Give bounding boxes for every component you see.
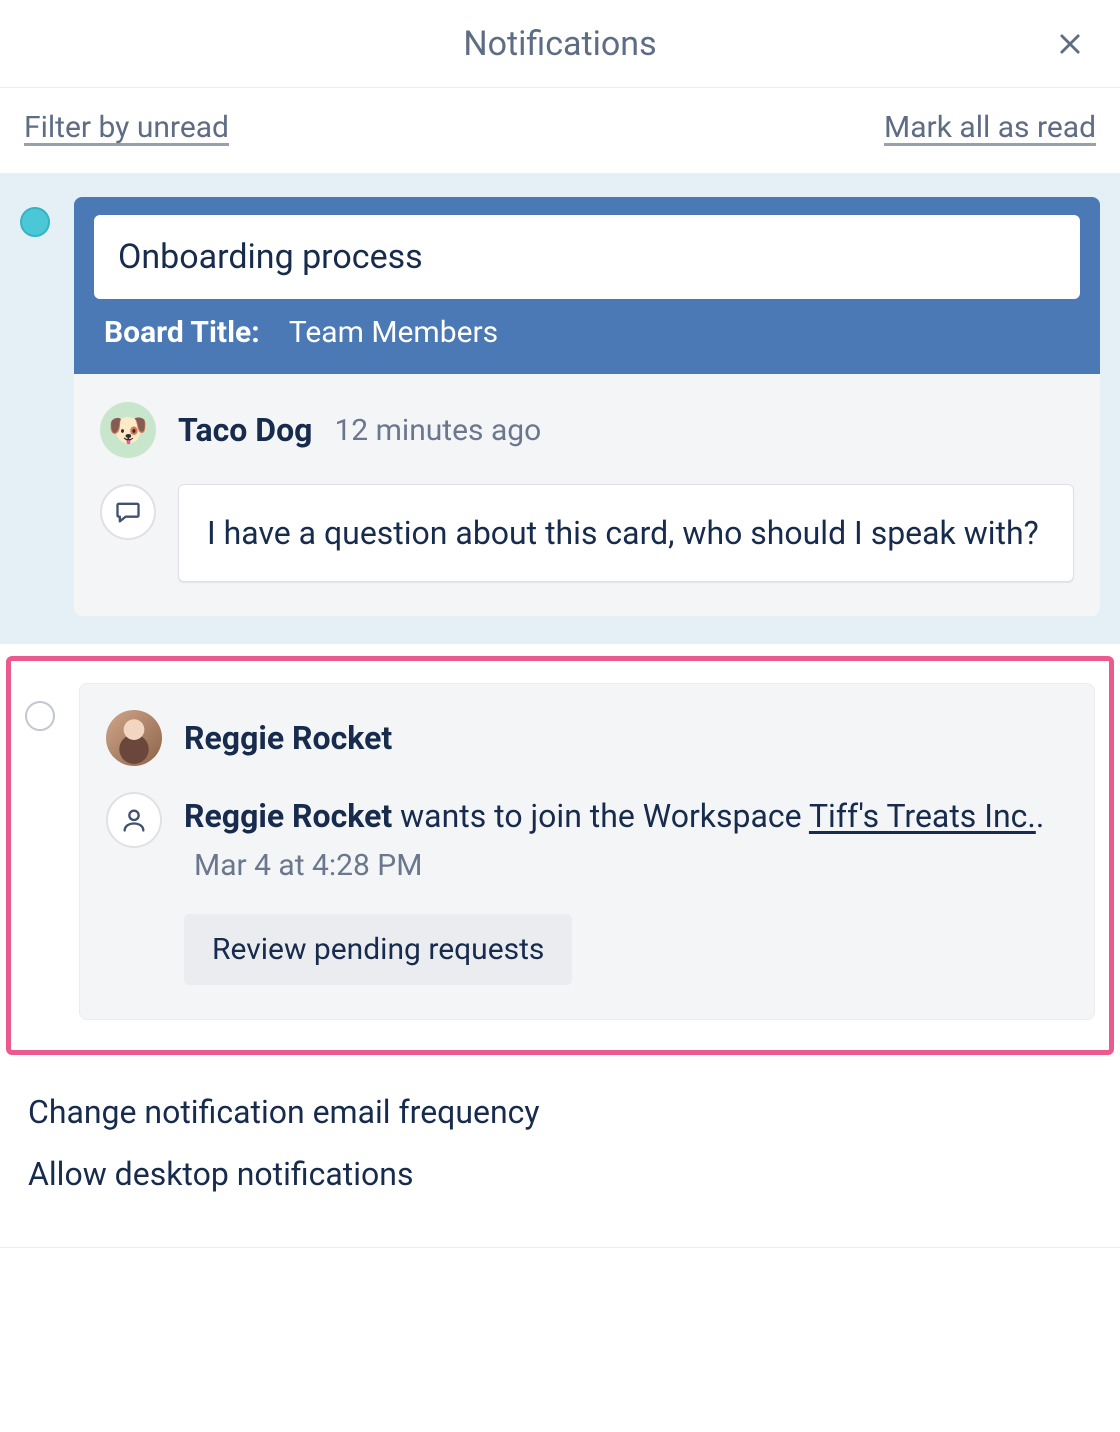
change-email-frequency-link[interactable]: Change notification email frequency xyxy=(28,1081,1092,1143)
read-indicator[interactable] xyxy=(25,701,55,731)
footer-divider xyxy=(0,1247,1120,1248)
review-pending-requests-button[interactable]: Review pending requests xyxy=(184,914,572,985)
notification-card[interactable]: Reggie Rocket Reggie Rocket wants to joi… xyxy=(79,683,1095,1020)
person-icon xyxy=(106,792,162,848)
card-header: Onboarding process Board Title: Team Mem… xyxy=(74,197,1100,374)
notification-item-highlighted: Reggie Rocket Reggie Rocket wants to joi… xyxy=(6,656,1114,1055)
comment-icon xyxy=(100,484,156,540)
board-value: Team Members xyxy=(289,315,498,350)
notification-card[interactable]: Onboarding process Board Title: Team Mem… xyxy=(74,197,1100,616)
request-row: Reggie Rocket wants to join the Workspac… xyxy=(106,792,1068,888)
comment-text: I have a question about this card, who s… xyxy=(178,484,1074,582)
filter-row: Filter by unread Mark all as read xyxy=(0,88,1120,173)
request-actor: Reggie Rocket xyxy=(184,797,392,835)
footer-links: Change notification email frequency Allo… xyxy=(0,1055,1120,1237)
comment-row: I have a question about this card, who s… xyxy=(100,484,1074,582)
mark-all-read-link[interactable]: Mark all as read xyxy=(884,110,1096,145)
close-icon xyxy=(1056,30,1084,58)
filter-by-unread-link[interactable]: Filter by unread xyxy=(24,110,229,145)
timestamp: 12 minutes ago xyxy=(334,413,541,448)
board-line: Board Title: Team Members xyxy=(94,299,1080,370)
author-name: Reggie Rocket xyxy=(184,719,392,757)
author-line: Reggie Rocket xyxy=(106,710,1068,766)
allow-desktop-notifications-link[interactable]: Allow desktop notifications xyxy=(28,1143,1092,1205)
panel-title: Notifications xyxy=(463,24,656,64)
board-label: Board Title: xyxy=(104,315,260,350)
card-body: 🐶 Taco Dog 12 minutes ago I have a quest… xyxy=(74,374,1100,616)
notifications-panel: Notifications Filter by unread Mark all … xyxy=(0,0,1120,1432)
workspace-link[interactable]: Tiff's Treats Inc. xyxy=(809,797,1036,835)
card-title: Onboarding process xyxy=(94,215,1080,299)
avatar[interactable]: 🐶 xyxy=(100,402,156,458)
panel-header: Notifications xyxy=(0,0,1120,88)
request-mid: wants to join the Workspace xyxy=(392,797,809,835)
request-text: Reggie Rocket wants to join the Workspac… xyxy=(184,792,1068,888)
avatar[interactable] xyxy=(106,710,162,766)
author-line: 🐶 Taco Dog 12 minutes ago xyxy=(100,402,1074,458)
author-name: Taco Dog xyxy=(178,411,312,449)
notification-item-unread: Onboarding process Board Title: Team Mem… xyxy=(0,173,1120,644)
close-button[interactable] xyxy=(1048,22,1092,66)
timestamp: Mar 4 at 4:28 PM xyxy=(194,848,422,883)
unread-indicator[interactable] xyxy=(20,207,50,237)
